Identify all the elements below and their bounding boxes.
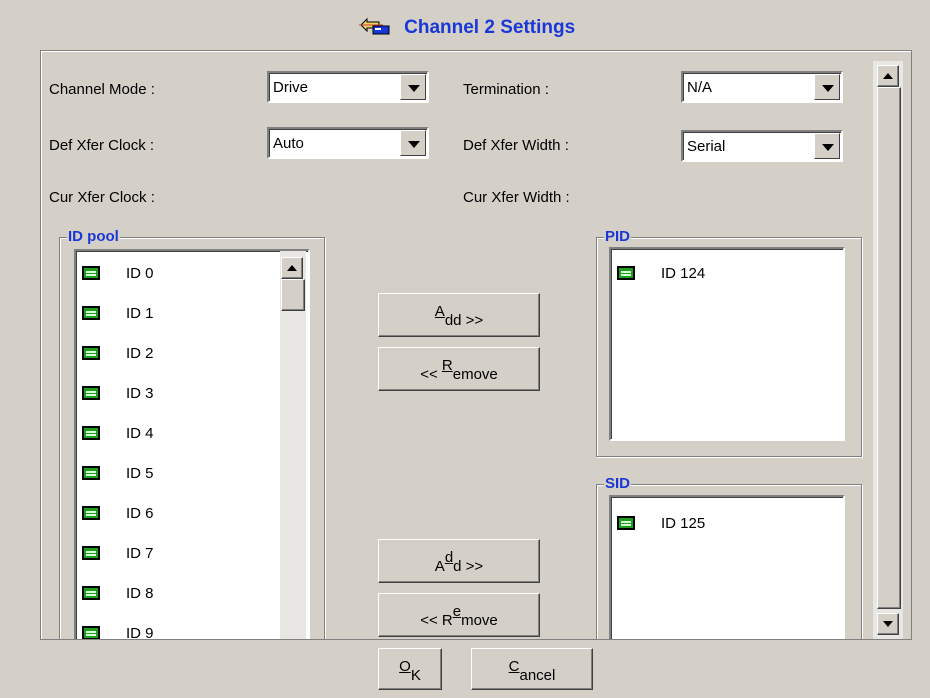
def-xfer-width-value: Serial xyxy=(687,138,726,155)
list-item[interactable]: ID 1 xyxy=(76,301,276,327)
sid-label: SID xyxy=(604,475,632,492)
id-pool-scrollbar[interactable] xyxy=(280,251,306,639)
channel-mode-value: Drive xyxy=(273,79,309,96)
list-item[interactable]: ID 124 xyxy=(611,261,811,287)
scroll-thumb[interactable] xyxy=(281,279,305,311)
ok-button[interactable]: OK xyxy=(378,648,442,690)
add-sid-button[interactable]: Add >> xyxy=(378,539,540,583)
device-icon xyxy=(82,266,100,280)
list-item[interactable]: ID 7 xyxy=(76,541,276,567)
list-item[interactable]: ID 3 xyxy=(76,381,276,407)
page-title: Channel 2 Settings xyxy=(404,17,576,38)
scroll-up-icon[interactable] xyxy=(281,257,303,279)
device-icon xyxy=(82,386,100,400)
termination-label: Termination : xyxy=(463,81,549,98)
def-xfer-clock-select[interactable]: Auto xyxy=(267,127,429,159)
device-icon xyxy=(82,426,100,440)
termination-select[interactable]: N/A xyxy=(681,71,843,103)
remove-sid-button[interactable]: << Remove xyxy=(378,593,540,637)
scroll-thumb[interactable] xyxy=(877,87,901,609)
device-icon xyxy=(82,506,100,520)
cancel-button[interactable]: Cancel xyxy=(471,648,593,690)
id-pool-list[interactable]: ID 0 ID 1 ID 2 ID 3 ID 4 ID 5 ID 6 ID 7 … xyxy=(74,249,310,639)
pid-list[interactable]: ID 124 xyxy=(609,247,845,441)
list-item[interactable]: ID 9 xyxy=(76,621,276,639)
settings-panel: Channel Mode : Drive Termination : N/A D… xyxy=(40,50,912,640)
scroll-up-icon[interactable] xyxy=(877,65,899,87)
chevron-down-icon[interactable] xyxy=(814,74,840,100)
cur-xfer-clock-label: Cur Xfer Clock : xyxy=(49,189,155,206)
remove-pid-button[interactable]: << Remove xyxy=(378,347,540,391)
sid-list[interactable]: ID 125 xyxy=(609,495,845,639)
list-item[interactable]: ID 5 xyxy=(76,461,276,487)
chevron-down-icon[interactable] xyxy=(814,133,840,159)
device-icon xyxy=(82,306,100,320)
window-title: Channel 2 Settings xyxy=(0,14,930,42)
channel-mode-label: Channel Mode : xyxy=(49,81,155,98)
list-item[interactable]: ID 0 xyxy=(76,261,276,287)
def-xfer-width-select[interactable]: Serial xyxy=(681,130,843,162)
list-item[interactable]: ID 2 xyxy=(76,341,276,367)
add-pid-button[interactable]: Add >> xyxy=(378,293,540,337)
list-item[interactable]: ID 8 xyxy=(76,581,276,607)
scroll-down-icon[interactable] xyxy=(877,613,899,635)
device-icon xyxy=(82,546,100,560)
termination-value: N/A xyxy=(687,79,713,96)
channel-icon xyxy=(355,14,391,42)
list-item[interactable]: ID 125 xyxy=(611,511,811,537)
device-icon xyxy=(82,586,100,600)
device-icon xyxy=(82,626,100,639)
def-xfer-clock-label: Def Xfer Clock : xyxy=(49,137,155,154)
chevron-down-icon[interactable] xyxy=(400,130,426,156)
id-pool-label: ID pool xyxy=(67,228,120,245)
pid-label: PID xyxy=(604,228,632,245)
list-item[interactable]: ID 4 xyxy=(76,421,276,447)
device-icon xyxy=(617,516,635,530)
channel-mode-select[interactable]: Drive xyxy=(267,71,429,103)
device-icon xyxy=(617,266,635,280)
cur-xfer-width-label: Cur Xfer Width : xyxy=(463,189,570,206)
device-icon xyxy=(82,346,100,360)
chevron-down-icon[interactable] xyxy=(400,74,426,100)
list-item[interactable]: ID 6 xyxy=(76,501,276,527)
panel-scrollbar[interactable] xyxy=(873,61,903,639)
def-xfer-width-label: Def Xfer Width : xyxy=(463,137,569,154)
def-xfer-clock-value: Auto xyxy=(273,135,304,152)
device-icon xyxy=(82,466,100,480)
